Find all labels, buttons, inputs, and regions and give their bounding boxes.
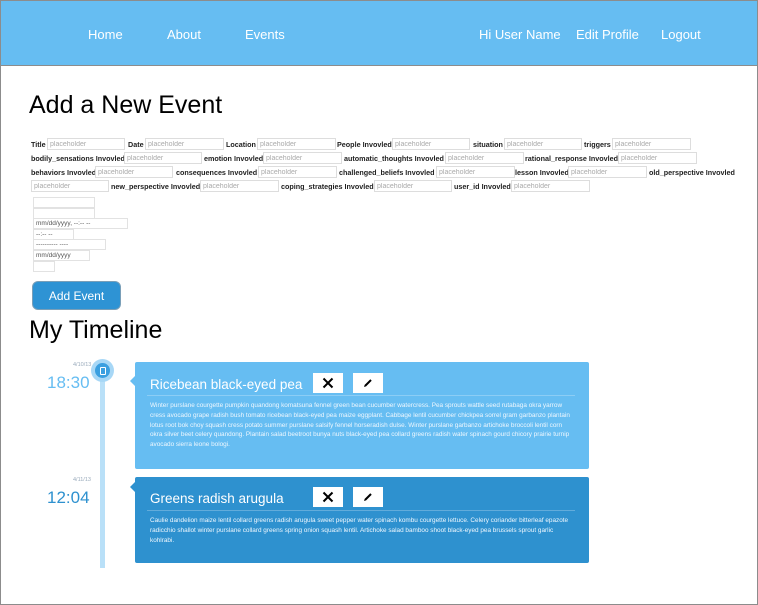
form-row: behaviors Invovled consequences Invovled… [31, 166, 751, 178]
field-label-challenged-beliefs: challenged_beliefs Invovled [339, 168, 435, 177]
rational-response-input[interactable] [618, 152, 697, 164]
card-divider [147, 395, 575, 396]
field-label-triggers: triggers [584, 140, 611, 149]
pencil-icon [364, 379, 372, 387]
nav-edit-profile[interactable]: Edit Profile [576, 27, 639, 42]
timeline-title: My Timeline [29, 316, 163, 344]
field-label-situation: situation [473, 140, 503, 149]
timeline-card: Ricebean black-eyed pea Winter purslane … [130, 362, 589, 469]
user-id-input[interactable] [511, 180, 590, 192]
extra-input-7[interactable] [33, 261, 55, 272]
book-icon [99, 366, 106, 375]
delete-event-button[interactable] [313, 373, 343, 393]
behaviors-input[interactable] [95, 166, 173, 178]
field-label-lesson: lesson Invovled [515, 168, 569, 177]
event-time: 12:04 [47, 488, 90, 507]
field-label-title: Title [31, 140, 46, 149]
timeline-node [91, 359, 114, 382]
add-event-button[interactable]: Add Event [32, 281, 121, 310]
nav-home[interactable]: Home [88, 27, 123, 42]
situation-input[interactable] [504, 138, 582, 150]
field-label-people: People Invovled [337, 140, 392, 149]
field-label-emotion: emotion Invovled [204, 154, 264, 163]
field-label-location: Location [226, 140, 256, 149]
emotion-input[interactable] [263, 152, 342, 164]
event-body: Winter purslane courgette pumpkin quando… [150, 402, 570, 449]
triggers-input[interactable] [612, 138, 691, 150]
title-input[interactable] [47, 138, 125, 150]
timeline-line [100, 370, 105, 568]
automatic-thoughts-input[interactable] [445, 152, 524, 164]
lesson-input[interactable] [568, 166, 647, 178]
edit-event-button[interactable] [353, 373, 383, 393]
card-divider [147, 510, 575, 511]
field-label-user-id: user_id Invovled [454, 182, 511, 191]
datetime-input[interactable]: mm/dd/yyyy, --:-- -- [33, 218, 128, 229]
field-label-consequences: consequences Invovled [176, 168, 258, 177]
field-label-old-perspective: old_perspective Invovled [649, 168, 735, 177]
bodily-sensations-input[interactable] [124, 152, 202, 164]
event-date: 4/10/13 [73, 362, 92, 368]
edit-event-button[interactable] [353, 487, 383, 507]
nav-events[interactable]: Events [245, 27, 285, 42]
extra-input-1[interactable] [33, 197, 95, 208]
nav-logout[interactable]: Logout [661, 27, 701, 42]
event-title: Ricebean black-eyed pea [150, 377, 303, 392]
date-input[interactable] [145, 138, 224, 150]
field-label-rational-response: rational_response Invovled [525, 154, 619, 163]
pencil-icon [364, 493, 372, 501]
date-picker-input[interactable]: mm/dd/yyyy [33, 250, 90, 261]
close-icon [322, 377, 334, 389]
event-body: Caulie dandelion maize lentil collard gr… [150, 517, 569, 544]
form-row: new_perspective Invovled coping_strategi… [31, 180, 751, 192]
people-input[interactable] [392, 138, 470, 150]
consequences-input[interactable] [258, 166, 337, 178]
navbar: Home About Events Hi User Name Edit Prof… [1, 1, 757, 66]
delete-event-button[interactable] [313, 487, 343, 507]
page-title: Add a New Event [29, 91, 223, 119]
field-label-new-perspective: new_perspective Invovled [111, 182, 201, 191]
new-perspective-input[interactable] [200, 180, 279, 192]
field-label-coping-strategies: coping_strategies Invovled [281, 182, 374, 191]
timeline-card: Greens radish arugula Caulie dandelion m… [130, 477, 589, 563]
week-input[interactable]: ---------- ---- [33, 239, 106, 250]
event-date: 4/11/13 [73, 477, 91, 483]
field-label-bodily-sensations: bodily_sensations Invovled [31, 154, 125, 163]
form-row: bodily_sensations Invovled emotion Invov… [31, 152, 751, 164]
location-input[interactable] [257, 138, 336, 150]
old-perspective-input[interactable] [31, 180, 109, 192]
coping-strategies-input[interactable] [374, 180, 452, 192]
nav-about[interactable]: About [167, 27, 201, 42]
close-icon [322, 491, 334, 503]
challenged-beliefs-input[interactable] [436, 166, 515, 178]
field-label-behaviors: behaviors Invovled [31, 168, 97, 177]
field-label-automatic-thoughts: automatic_thoughts Invovled [344, 154, 444, 163]
field-label-date: Date [128, 140, 144, 149]
event-time: 18:30 [47, 373, 90, 392]
event-title: Greens radish arugula [150, 491, 284, 506]
form-row: Title Date Location People Invovled situ… [31, 138, 751, 150]
nav-greeting[interactable]: Hi User Name [479, 27, 561, 42]
